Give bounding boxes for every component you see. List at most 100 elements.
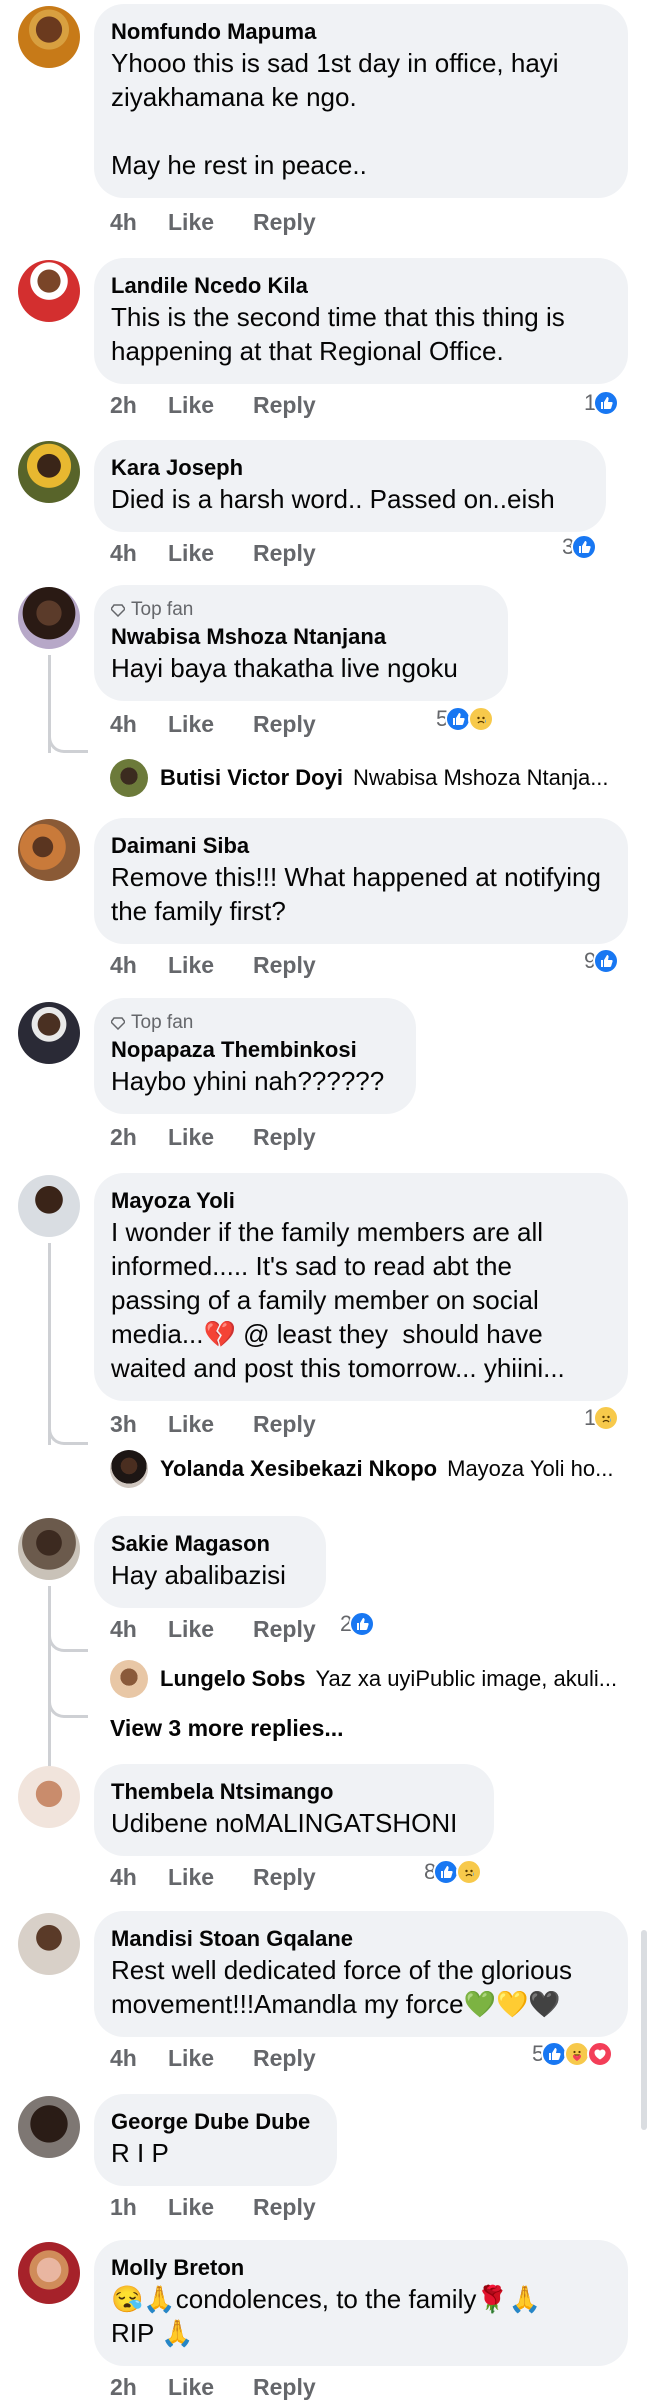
scrollbar[interactable] (641, 1930, 647, 2130)
like-button[interactable]: Like (168, 2194, 253, 2221)
reply-button[interactable]: Reply (253, 2045, 316, 2072)
comment-time[interactable]: 4h (110, 209, 168, 236)
avatar[interactable] (18, 819, 80, 881)
like-button[interactable]: Like (168, 1864, 253, 1891)
comment-time[interactable]: 1h (110, 2194, 168, 2221)
comment-bubble: Top fan Nopapaza Thembinkosi Haybo yhini… (94, 998, 416, 1114)
reply-button[interactable]: Reply (253, 2374, 316, 2401)
comment-actions: 4h Like Reply (110, 952, 316, 979)
comment-text: Rest well dedicated force of the gloriou… (111, 1955, 580, 2019)
reaction-summary[interactable]: 9 (584, 948, 620, 974)
comment-time[interactable]: 2h (110, 392, 168, 419)
comment-time[interactable]: 4h (110, 540, 168, 567)
comment-time[interactable]: 4h (110, 711, 168, 738)
reply-avatar[interactable] (110, 759, 148, 797)
comment-time[interactable]: 2h (110, 1124, 168, 1151)
like-button[interactable]: Like (168, 540, 253, 567)
like-button[interactable]: Like (168, 1411, 253, 1438)
reply-avatar[interactable] (110, 1450, 148, 1488)
avatar[interactable] (18, 260, 80, 322)
reply-button[interactable]: Reply (253, 711, 316, 738)
comment-author[interactable]: Landile Ncedo Kila (111, 272, 606, 300)
reply-button[interactable]: Reply (253, 209, 316, 236)
comment-author[interactable]: Nopapaza Thembinkosi (111, 1036, 394, 1064)
love-reaction-icon (587, 2041, 614, 2067)
comment-bubble: Kara Joseph Died is a harsh word.. Passe… (94, 440, 606, 532)
comment-bubble: Mayoza Yoli I wonder if the family membe… (94, 1173, 628, 1401)
like-button[interactable]: Like (168, 209, 253, 236)
avatar[interactable] (18, 587, 80, 649)
reaction-summary[interactable]: 8 (424, 1859, 483, 1885)
comment-bubble: Thembela Ntsimango Udibene noMALINGATSHO… (94, 1764, 494, 1856)
comment-actions: 4h Like Reply (110, 2045, 316, 2072)
avatar[interactable] (18, 1175, 80, 1237)
sad-reaction-icon (456, 1859, 483, 1885)
avatar[interactable] (18, 1913, 80, 1975)
reply-button[interactable]: Reply (253, 1124, 316, 1151)
reply-button[interactable]: Reply (253, 1411, 316, 1438)
comment-time[interactable]: 2h (110, 2374, 168, 2401)
reaction-summary[interactable]: 1 (584, 390, 620, 416)
comment-actions: 4h Like Reply (110, 540, 316, 567)
avatar[interactable] (18, 2096, 80, 2158)
comment-time[interactable]: 3h (110, 1411, 168, 1438)
comment-actions: 2h Like Reply (110, 392, 316, 419)
reply-button[interactable]: Reply (253, 2194, 316, 2221)
like-button[interactable]: Like (168, 1124, 253, 1151)
comment-bubble: Mandisi Stoan Gqalane Rest well dedicate… (94, 1911, 628, 2037)
reply-avatar[interactable] (110, 1660, 148, 1698)
reply-preview[interactable]: Butisi Victor Doyi Nwabisa Mshoza Ntanja… (110, 759, 609, 797)
comment-author[interactable]: Kara Joseph (111, 454, 584, 482)
reaction-summary[interactable]: 5 (436, 706, 495, 732)
reaction-summary[interactable]: 5 (532, 2041, 614, 2067)
reaction-summary[interactable]: 1 (584, 1405, 620, 1431)
reply-button[interactable]: Reply (253, 1616, 316, 1643)
like-reaction-icon (593, 948, 620, 974)
comment-author[interactable]: Thembela Ntsimango (111, 1778, 472, 1806)
reply-preview[interactable]: Yolanda Xesibekazi Nkopo Mayoza Yoli ho.… (110, 1450, 613, 1488)
reply-button[interactable]: Reply (253, 952, 316, 979)
reply-text: Mayoza Yoli ho... (447, 1456, 614, 1481)
reply-author[interactable]: Lungelo Sobs (160, 1666, 305, 1692)
comment-bubble: Landile Ncedo Kila This is the second ti… (94, 258, 628, 384)
comment-author[interactable]: Nwabisa Mshoza Ntanjana (111, 623, 486, 651)
reply-button[interactable]: Reply (253, 1864, 316, 1891)
comment-author[interactable]: Sakie Magason (111, 1530, 304, 1558)
view-more-replies-link[interactable]: View 3 more replies... (110, 1715, 344, 1742)
comment-text: R I P (111, 2138, 169, 2168)
reply-preview[interactable]: Lungelo Sobs Yaz xa uyiPublic image, aku… (110, 1660, 617, 1698)
top-fan-label: Top fan (131, 599, 194, 620)
comment-time[interactable]: 4h (110, 2045, 168, 2072)
comment-text: Hayi baya thakatha live ngoku (111, 653, 458, 683)
like-button[interactable]: Like (168, 2045, 253, 2072)
reply-button[interactable]: Reply (253, 540, 316, 567)
reply-text: Nwabisa Mshoza Ntanja... (352, 765, 609, 790)
comment-time[interactable]: 4h (110, 1864, 168, 1891)
reply-author[interactable]: Yolanda Xesibekazi Nkopo (160, 1456, 437, 1482)
comment-time[interactable]: 4h (110, 952, 168, 979)
comment-author[interactable]: George Dube Dube (111, 2108, 315, 2136)
like-button[interactable]: Like (168, 2374, 253, 2401)
comment-author[interactable]: Mandisi Stoan Gqalane (111, 1925, 606, 1953)
like-button[interactable]: Like (168, 711, 253, 738)
avatar[interactable] (18, 2242, 80, 2304)
comment-author[interactable]: Molly Breton (111, 2254, 606, 2282)
like-button[interactable]: Like (168, 952, 253, 979)
comment-time[interactable]: 4h (110, 1616, 168, 1643)
comment-author[interactable]: Mayoza Yoli (111, 1187, 606, 1215)
reply-button[interactable]: Reply (253, 392, 316, 419)
like-button[interactable]: Like (168, 392, 253, 419)
comment-author[interactable]: Daimani Siba (111, 832, 606, 860)
avatar[interactable] (18, 1002, 80, 1064)
reaction-summary[interactable]: 2 (340, 1611, 376, 1637)
avatar[interactable] (18, 441, 80, 503)
comment-author[interactable]: Nomfundo Mapuma (111, 18, 606, 46)
comment-text: Died is a harsh word.. Passed on..eish (111, 484, 555, 514)
avatar[interactable] (18, 1766, 80, 1828)
comment-text: This is the second time that this thing … (111, 302, 573, 366)
avatar[interactable] (18, 6, 80, 68)
like-button[interactable]: Like (168, 1616, 253, 1643)
reply-author[interactable]: Butisi Victor Doyi (160, 765, 343, 791)
avatar[interactable] (18, 1518, 80, 1580)
reaction-summary[interactable]: 3 (562, 534, 598, 560)
